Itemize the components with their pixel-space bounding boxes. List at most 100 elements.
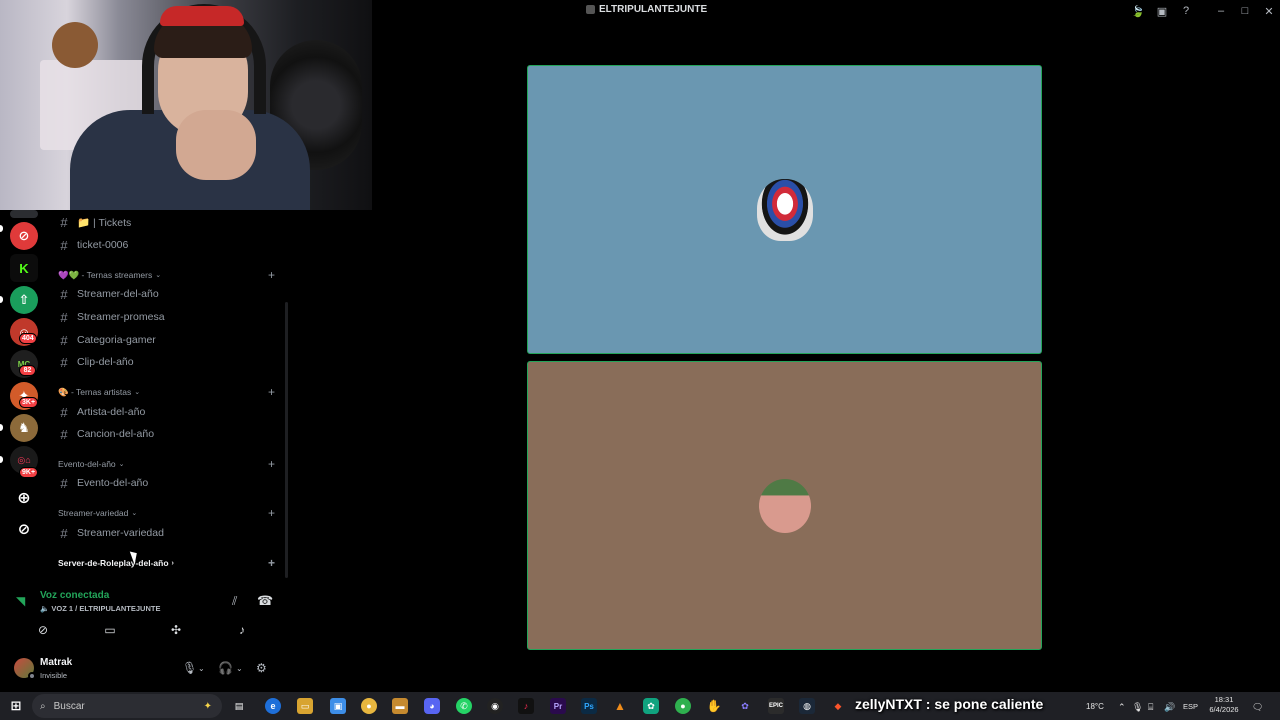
maximize-icon[interactable]: □ [1237,3,1253,19]
channel-streamer-del-ano[interactable]: # Streamer-del-año [58,284,158,304]
discord-window: ELTRIPULANTEJUNTE 🍃 ▣ ? – □ ✕ ⊘ K ⇧ ☺ 40… [0,0,1280,720]
hash-icon: # [60,286,68,302]
screen-share-button[interactable]: ▭ [80,618,140,642]
minimize-icon[interactable]: – [1213,3,1229,19]
app-icon[interactable]: ● [675,698,691,714]
channel-tickets[interactable]: # 📁 | Tickets [58,212,131,232]
chatgpt-icon[interactable]: ✿ [643,698,659,714]
channel-scrollbar[interactable] [285,302,288,578]
app-icon[interactable]: ✿ [737,698,753,714]
chevron-down-icon[interactable]: ⌄ [198,660,205,676]
app-icon[interactable]: ▣ [330,698,346,714]
edge-browser-icon[interactable]: e [265,698,281,714]
add-channel-icon[interactable]: + [268,268,275,282]
channel-streamer-promesa[interactable]: # Streamer-promesa [58,307,165,327]
microphone-tray-icon[interactable]: 🎙 [1132,702,1143,713]
voice-status[interactable]: Voz conectada [40,590,109,601]
channel-label: Evento-del-año [77,477,149,489]
premiere-icon[interactable]: Pr [550,698,566,714]
add-channel-icon[interactable]: + [268,457,275,471]
channel-evento-del-ano[interactable]: # Evento-del-año [58,473,148,493]
folder-icon[interactable]: ▬ [392,698,408,714]
channel-label: Streamer-promesa [77,311,165,323]
discord-icon[interactable]: ◕ [424,698,440,714]
weather-temperature[interactable]: 18°C [1086,702,1104,711]
voice-participant-tile[interactable] [527,65,1042,354]
hash-icon: # [60,332,68,348]
upload-server-icon[interactable]: ⇧ [10,286,38,314]
add-channel-icon[interactable]: + [268,556,275,570]
channel-streamer-variedad[interactable]: # Streamer-variedad [58,523,164,543]
category-label: Evento-del-año [58,459,116,469]
nitro-leaf-icon[interactable]: 🍃 [1130,3,1146,19]
disconnect-icon[interactable]: ☎ [257,593,273,609]
voice-channel-name[interactable]: 🔈 VOZ 1 / ELTRIPULANTEJUNTE [40,604,160,613]
search-placeholder: Buscar [53,700,85,712]
category-label: Server-de-Roleplay-del-año [58,558,169,568]
category-ternas-artistas[interactable]: 🎨 - Ternas artistas ⌄ + [58,385,278,399]
search-highlight-icon: ✦ [203,700,212,712]
chevron-right-icon: › [171,559,174,567]
no-entry-server-icon[interactable]: ⊘ [10,222,38,250]
username[interactable]: Matrak [40,657,72,668]
camera-toggle-button[interactable]: ⊘ [13,618,73,642]
category-ternas-streamers[interactable]: 💜💚 - Ternas streamers ⌄ + [58,268,278,282]
inbox-icon[interactable]: ▣ [1154,3,1170,19]
close-icon[interactable]: ✕ [1261,3,1277,19]
noise-suppression-icon[interactable]: ⫽ [232,594,237,609]
app-icon[interactable]: ✋ [706,698,722,714]
channel-clip-del-ano[interactable]: # Clip-del-año [58,352,133,372]
mention-badge: 9K+ [19,467,39,478]
photoshop-icon[interactable]: Ps [581,698,597,714]
app-icon[interactable]: ● [361,698,377,714]
channel-artista-del-ano[interactable]: # Artista-del-año [58,402,145,422]
mention-badge: 3K+ [19,397,39,408]
volume-icon[interactable]: 🔊 [1164,702,1175,713]
chevron-down-icon[interactable]: ⌄ [236,660,243,676]
microphone-icon[interactable]: 🎙 [182,660,197,676]
hash-icon: # [60,354,68,370]
voice-panel: ◥ Voz conectada 🔈 VOZ 1 / ELTRIPULANTEJU… [6,584,282,640]
category-server-roleplay[interactable]: Server-de-Roleplay-del-año › + [58,556,278,570]
add-channel-icon[interactable]: + [268,385,275,399]
vlc-icon[interactable]: ▲ [612,698,628,714]
add-server-icon[interactable]: ⊕ [10,484,38,512]
search-box[interactable]: ⌕ Buscar ✦ [32,694,222,718]
character-server-icon[interactable]: ♞ [10,414,38,442]
category-evento-del-ano[interactable]: Evento-del-año ⌄ + [58,457,278,471]
whatsapp-icon[interactable]: ✆ [456,698,472,714]
help-icon[interactable]: ? [1178,3,1194,19]
windows-start-icon[interactable]: ⊞ [8,698,24,714]
server-icon[interactable] [10,210,38,218]
obs-icon[interactable]: ◉ [487,698,503,714]
unread-pill [0,296,3,303]
headphones-icon[interactable]: 🎧 [218,660,233,676]
kick-server-icon[interactable]: K [10,254,38,282]
discover-icon[interactable]: ⊘ [10,515,38,543]
brave-icon[interactable]: ◆ [830,698,846,714]
signal-icon[interactable]: ◥ [16,594,25,608]
unread-pill [0,424,3,431]
category-streamer-variedad[interactable]: Streamer-variedad ⌄ + [58,506,278,520]
clock[interactable]: 18:31 6/4/2026 [1200,695,1248,715]
voice-participant-tile[interactable] [527,361,1042,650]
tiktok-icon[interactable]: ♪ [518,698,534,714]
soundboard-button[interactable]: ♪ [212,618,272,642]
mention-badge: 404 [19,333,37,344]
epic-games-icon[interactable]: EPIC [768,698,784,714]
task-view-icon[interactable]: ▤ [231,698,247,714]
settings-gear-icon[interactable]: ⚙ [256,660,267,676]
language-indicator[interactable]: ESP [1183,702,1198,711]
network-icon[interactable]: ⌸ [1148,702,1153,713]
channel-ticket-0006[interactable]: # ticket-0006 [58,235,128,255]
chevron-up-icon[interactable]: ⌃ [1118,702,1126,713]
steam-icon[interactable]: ◍ [799,698,815,714]
activities-button[interactable]: ✣ [146,618,206,642]
add-channel-icon[interactable]: + [268,506,275,520]
category-label: 🎨 - Ternas artistas [58,386,132,397]
channel-label: Artista-del-año [77,406,146,418]
channel-categoria-gamer[interactable]: # Categoria-gamer [58,330,155,350]
file-explorer-icon[interactable]: ▭ [297,698,313,714]
channel-cancion-del-ano[interactable]: # Cancion-del-año [58,424,154,444]
notification-icon[interactable]: 🗨 [1252,702,1263,713]
